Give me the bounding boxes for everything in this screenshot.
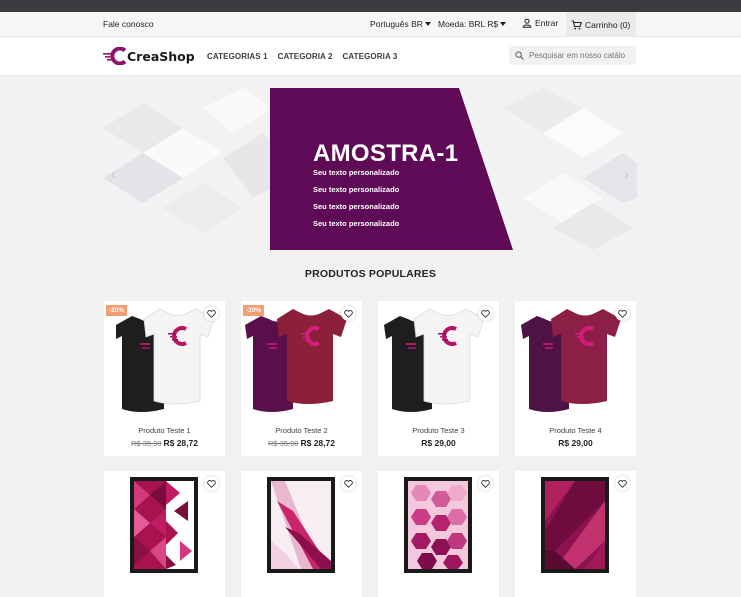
logo-mark-icon xyxy=(103,47,127,65)
product-image[interactable] xyxy=(104,471,225,597)
banner-text-line: Seu texto personalizado xyxy=(313,185,400,194)
wishlist-button[interactable] xyxy=(341,306,356,321)
banner-text-line: Seu texto personalizado xyxy=(313,168,400,177)
discount-badge: -20% xyxy=(243,305,265,316)
product-card[interactable] xyxy=(241,471,362,597)
category-menu: CATEGORIAS 1 CATEGORIA 2 CATEGORIA 3 xyxy=(207,52,397,61)
product-image[interactable] xyxy=(378,471,499,597)
hero-banner[interactable]: AMOSTRA-1 Seu texto personalizado Seu te… xyxy=(103,88,637,250)
banner-text-line: Seu texto personalizado xyxy=(313,219,400,228)
current-price: R$ 29,00 xyxy=(421,438,456,448)
current-price: R$ 29,00 xyxy=(558,438,593,448)
wishlist-button[interactable] xyxy=(478,306,493,321)
currency-selector[interactable]: Moeda: BRL R$ xyxy=(438,19,507,29)
header-top: Fale conosco Português BR Moeda: BRL R$ … xyxy=(0,12,741,37)
product-card[interactable] xyxy=(378,471,499,597)
product-image[interactable] xyxy=(378,301,499,419)
search-input[interactable] xyxy=(529,51,634,60)
heart-icon xyxy=(207,479,216,488)
menu-item-categorias-1[interactable]: CATEGORIAS 1 xyxy=(207,52,268,61)
product-image[interactable]: -20% xyxy=(104,301,225,419)
heart-icon xyxy=(481,479,490,488)
banner-text-line: Seu texto personalizado xyxy=(313,202,400,211)
currency-label: Moeda: BRL R$ xyxy=(438,19,499,29)
login-link[interactable]: Entrar xyxy=(522,18,558,28)
carousel-prev-button[interactable]: ‹ xyxy=(111,166,116,182)
header-main: CreaShop CATEGORIAS 1 CATEGORIA 2 CATEGO… xyxy=(0,37,741,76)
product-card[interactable]: -20% Produto Teste 1 R$ 35,90 R$ 28,72 xyxy=(104,301,225,456)
language-selector[interactable]: Português BR xyxy=(370,19,431,29)
heart-icon xyxy=(344,479,353,488)
wishlist-button[interactable] xyxy=(615,306,630,321)
product-card[interactable]: Produto Teste 3 R$ 29,00 xyxy=(378,301,499,456)
banner-title: AMOSTRA-1 xyxy=(313,140,459,167)
discount-badge: -20% xyxy=(106,305,128,316)
top-dark-strip xyxy=(0,0,741,12)
chevron-down-icon xyxy=(424,22,431,26)
current-price: R$ 28,72 xyxy=(163,438,198,448)
product-price-block: R$ 29,00 xyxy=(515,438,636,448)
user-icon xyxy=(522,18,532,28)
old-price: R$ 35,90 xyxy=(131,439,162,448)
search-box xyxy=(509,46,636,65)
wishlist-button[interactable] xyxy=(478,476,493,491)
product-name[interactable]: Produto Teste 2 xyxy=(241,426,362,435)
heart-icon xyxy=(481,309,490,318)
cart-label: Carrinho (0) xyxy=(585,19,631,30)
product-name[interactable]: Produto Teste 1 xyxy=(104,426,225,435)
product-image[interactable] xyxy=(241,471,362,597)
language-label: Português BR xyxy=(370,19,423,29)
wishlist-button[interactable] xyxy=(341,476,356,491)
old-price: R$ 35,90 xyxy=(268,439,299,448)
current-price: R$ 28,72 xyxy=(300,438,335,448)
wishlist-button[interactable] xyxy=(204,306,219,321)
product-card[interactable] xyxy=(515,471,636,597)
cart-button[interactable]: Carrinho (0) xyxy=(566,12,636,37)
contact-link[interactable]: Fale conosco xyxy=(103,19,154,29)
product-price-block: R$ 35,90 R$ 28,72 xyxy=(104,438,225,448)
login-label: Entrar xyxy=(535,18,559,28)
logo-text: CreaShop xyxy=(127,48,195,64)
product-card[interactable]: -20% Produto Teste 2 R$ 35,90 R$ 28,72 xyxy=(241,301,362,456)
shopping-cart-icon xyxy=(571,19,582,29)
heart-icon xyxy=(618,309,627,318)
menu-item-categoria-3[interactable]: CATEGORIA 3 xyxy=(343,52,398,61)
section-title: PRODUTOS POPULARES xyxy=(304,268,437,280)
product-name[interactable]: Produto Teste 4 xyxy=(515,426,636,435)
product-card[interactable] xyxy=(104,471,225,597)
product-name[interactable]: Produto Teste 3 xyxy=(378,426,499,435)
product-image[interactable] xyxy=(515,301,636,419)
heart-icon xyxy=(207,309,216,318)
product-price-block: R$ 29,00 xyxy=(378,438,499,448)
chevron-down-icon xyxy=(500,22,507,26)
carousel-next-button[interactable]: › xyxy=(624,166,629,182)
search-icon[interactable] xyxy=(515,51,524,60)
wishlist-button[interactable] xyxy=(204,476,219,491)
brand-logo[interactable]: CreaShop xyxy=(103,47,195,65)
product-card[interactable]: Produto Teste 4 R$ 29,00 xyxy=(515,301,636,456)
wishlist-button[interactable] xyxy=(615,476,630,491)
heart-icon xyxy=(344,309,353,318)
product-image[interactable] xyxy=(515,471,636,597)
product-price-block: R$ 35,90 R$ 28,72 xyxy=(241,438,362,448)
heart-icon xyxy=(618,479,627,488)
menu-item-categoria-2[interactable]: CATEGORIA 2 xyxy=(278,52,333,61)
product-image[interactable]: -20% xyxy=(241,301,362,419)
